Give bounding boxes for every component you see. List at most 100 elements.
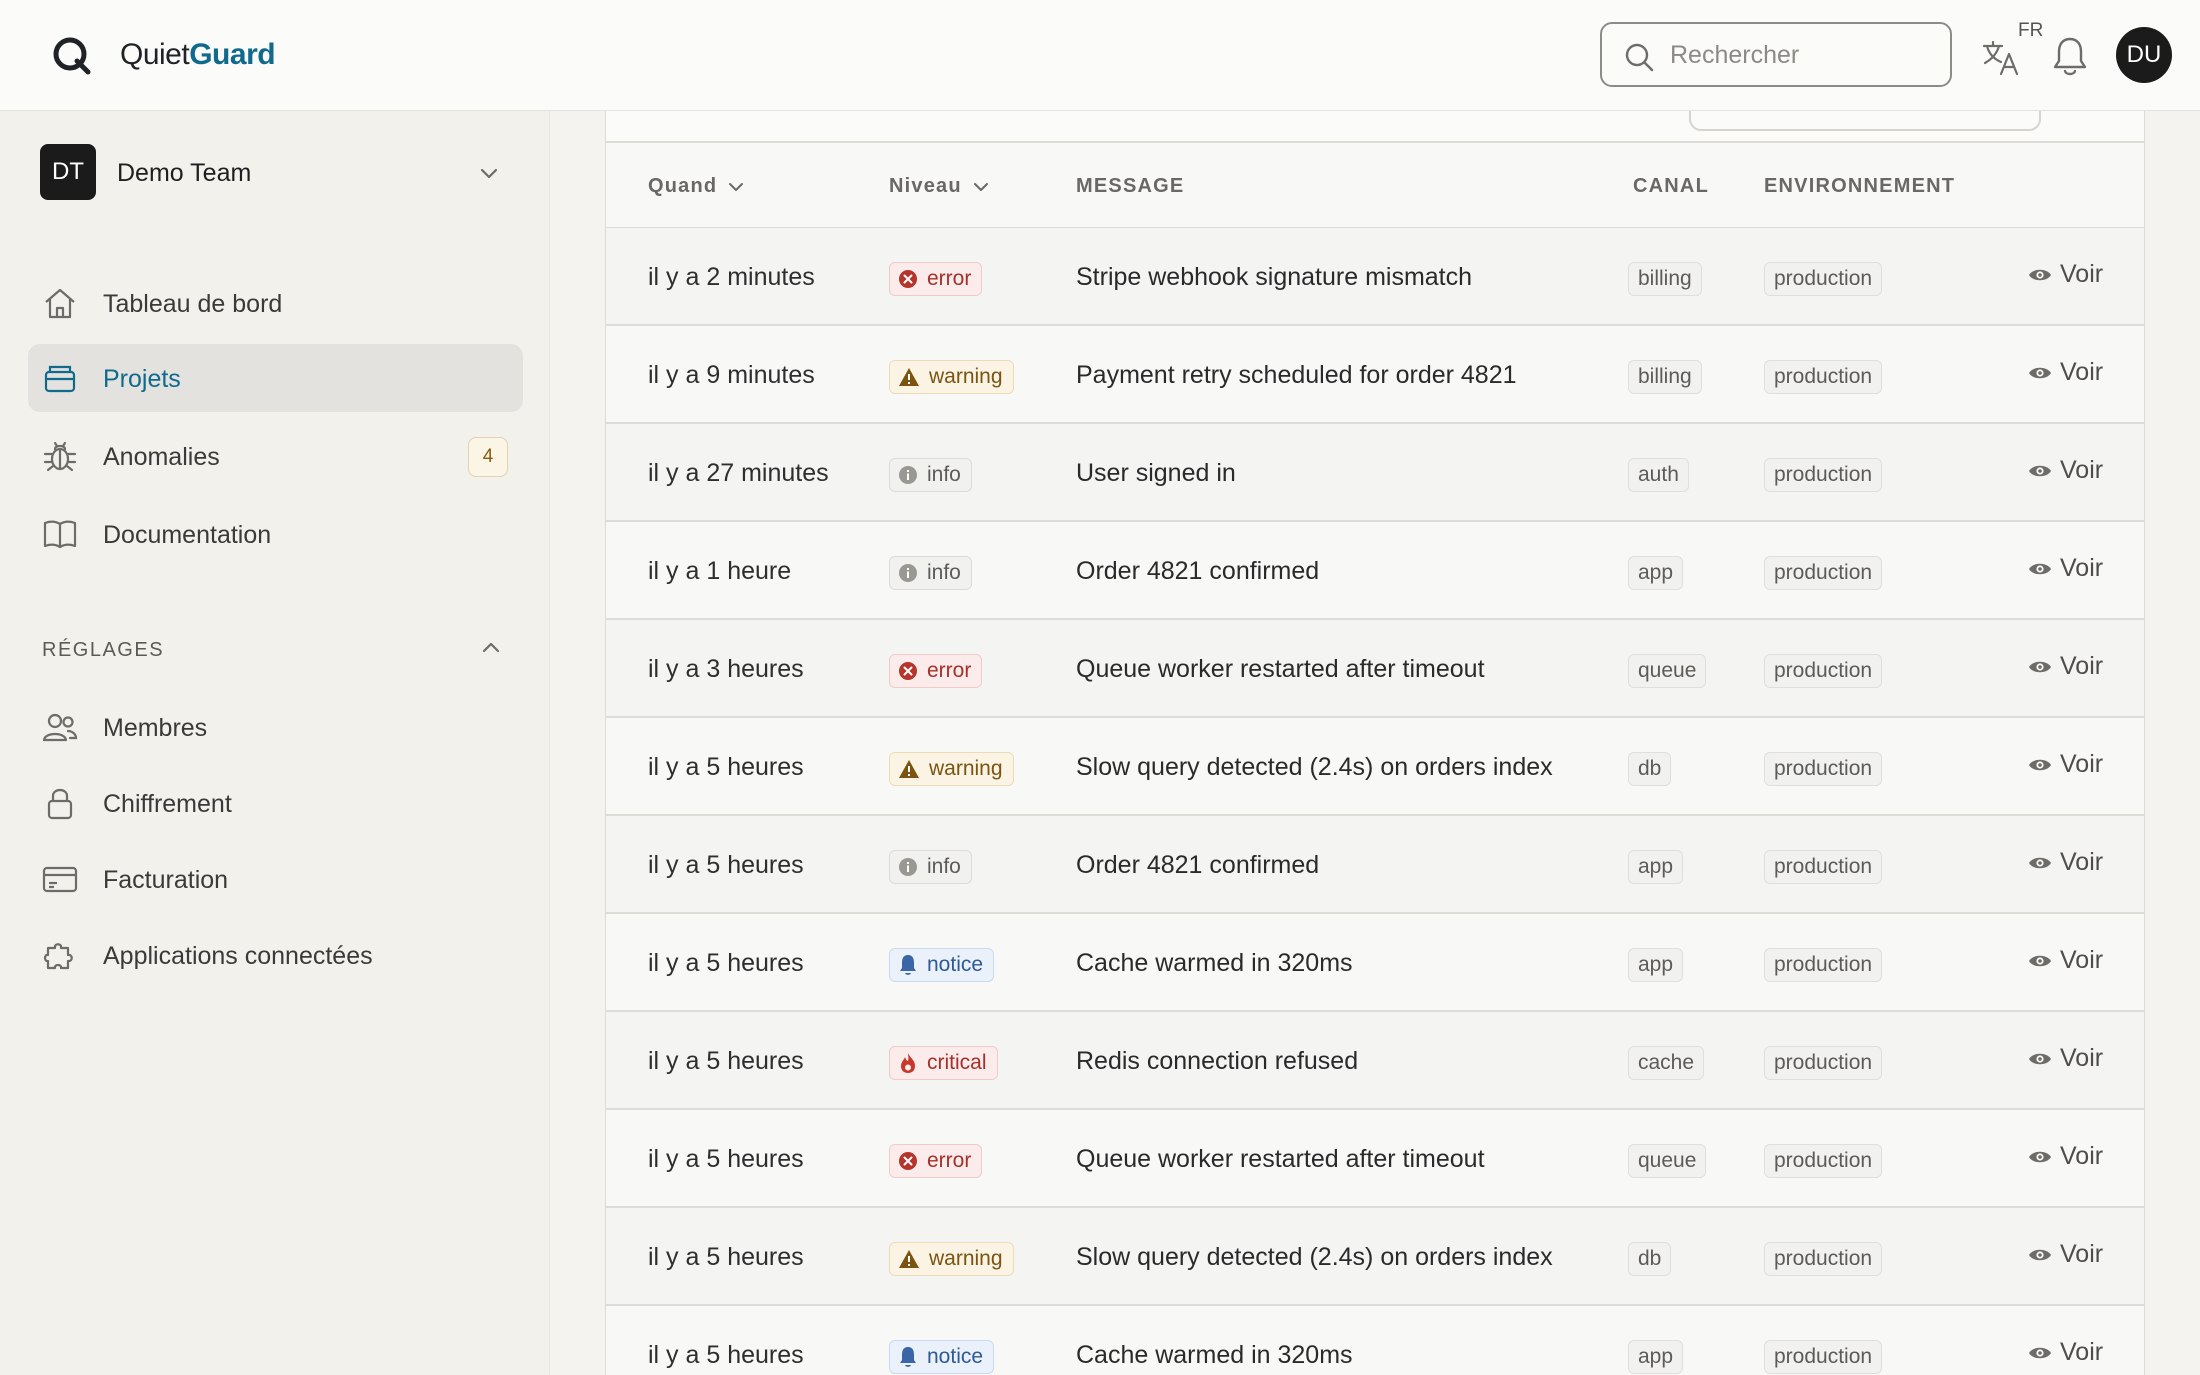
sidebar-item-members[interactable]: Membres — [28, 693, 523, 761]
anomalies-count-badge: 4 — [468, 437, 508, 477]
book-icon — [43, 520, 77, 549]
sidebar-item-label: Membres — [103, 714, 208, 742]
level-badge: error — [889, 1144, 983, 1178]
table-row[interactable]: il y a 1 heure info Order 4821 confirmed ap… — [606, 522, 2144, 620]
settings-section-title: RÉGLAGES — [42, 639, 165, 661]
view-label: Voir — [2060, 456, 2104, 484]
sidebar-item-anomalies[interactable]: Anomalies 4 — [28, 422, 523, 490]
view-button[interactable]: Voir — [2028, 358, 2103, 387]
view-button[interactable]: Voir — [2028, 260, 2103, 289]
level-badge: warning — [889, 1242, 1014, 1276]
table-row[interactable]: il y a 27 minutes info User signed in auth p… — [606, 424, 2144, 522]
table-row[interactable]: il y a 5 heures warning Slow query detecte… — [606, 718, 2144, 816]
row-message: User signed in — [1076, 459, 1236, 487]
view-label: Voir — [2060, 946, 2104, 974]
table-row[interactable]: il y a 5 heures error Queue worker restart… — [606, 1110, 2144, 1208]
chevron-up-icon[interactable] — [478, 635, 504, 661]
level-label: info — [927, 463, 961, 486]
language-button[interactable]: FR — [1978, 20, 2043, 82]
channel-chip: queue — [1628, 654, 1707, 688]
eye-icon — [2029, 1347, 2051, 1358]
user-avatar[interactable]: DU — [2116, 27, 2172, 83]
view-label: Voir — [2060, 848, 2104, 876]
environment-chip: production — [1764, 1046, 1883, 1080]
level-badge: error — [889, 262, 983, 296]
column-header-when[interactable]: Quand — [648, 175, 745, 198]
channel-chip: db — [1628, 1242, 1672, 1276]
view-button[interactable]: Voir — [2028, 1240, 2103, 1269]
view-button[interactable]: Voir — [2028, 652, 2103, 681]
sidebar-item-documentation[interactable]: Documentation — [28, 500, 523, 568]
sidebar-item-dashboard[interactable]: Tableau de bord — [28, 269, 523, 337]
eye-icon — [2029, 1151, 2051, 1162]
environment-chip: production — [1764, 654, 1883, 688]
sidebar-item-projects[interactable]: Projets — [28, 344, 523, 412]
view-label: Voir — [2060, 554, 2104, 582]
level-label: info — [927, 855, 961, 878]
view-button[interactable]: Voir — [2028, 848, 2103, 877]
table-header: Quand Niveau MESSAGE CANAL ENVIRONNEMENT — [606, 143, 2144, 228]
table-row[interactable]: il y a 5 heures warning Slow query detecte… — [606, 1208, 2144, 1306]
view-button[interactable]: Voir — [2028, 456, 2103, 485]
top-bar: QuietGuard FR DU — [0, 0, 2200, 111]
table-row[interactable]: il y a 5 heures critical Redis connection … — [606, 1012, 2144, 1110]
level-badge: notice — [889, 948, 995, 982]
team-avatar: DT — [40, 144, 96, 200]
team-switcher[interactable]: DT Demo Team — [40, 144, 515, 202]
table-row[interactable]: il y a 9 minutes warning Payment retry sch… — [606, 326, 2144, 424]
environment-chip: production — [1764, 458, 1883, 492]
chevron-down-icon — [973, 182, 988, 191]
view-button[interactable]: Voir — [2028, 554, 2103, 583]
level-badge: info — [889, 556, 972, 590]
channel-chip: billing — [1628, 262, 1702, 296]
level-label: error — [927, 267, 972, 290]
table-row[interactable]: il y a 3 heures error Queue worker restart… — [606, 620, 2144, 718]
bell-icon[interactable] — [2050, 34, 2090, 78]
language-badge: FR — [2018, 20, 2044, 41]
table-row[interactable]: il y a 5 heures info Order 4821 confirmed a… — [606, 816, 2144, 914]
view-button[interactable]: Voir — [2028, 946, 2103, 975]
row-message: Redis connection refused — [1076, 1047, 1359, 1075]
sidebar-item-connected-apps[interactable]: Applications connectées — [28, 921, 523, 989]
sidebar-item-encryption[interactable]: Chiffrement — [28, 769, 523, 837]
eye-icon — [2029, 1053, 2051, 1064]
environment-chip: production — [1764, 948, 1883, 982]
column-header-environment: ENVIRONNEMENT — [1764, 175, 1956, 197]
channel-chip: auth — [1628, 458, 1689, 492]
team-name: Demo Team — [117, 159, 252, 187]
table-row[interactable]: il y a 2 minutes error Stripe webhook sign… — [606, 228, 2144, 326]
row-time: il y a 27 minutes — [648, 459, 829, 487]
level-label: warning — [929, 1247, 1003, 1270]
column-header-level[interactable]: Niveau — [889, 175, 990, 198]
level-label: critical — [927, 1051, 987, 1074]
search-box[interactable] — [1600, 22, 1952, 87]
view-button[interactable]: Voir — [2028, 1338, 2103, 1367]
view-button[interactable]: Voir — [2028, 1142, 2103, 1171]
channel-chip: app — [1628, 1340, 1684, 1374]
table-row[interactable]: il y a 5 heures notice Cache warmed in 320… — [606, 914, 2144, 1012]
environment-chip: production — [1764, 752, 1883, 786]
sidebar-item-label: Anomalies — [103, 443, 220, 471]
row-time: il y a 2 minutes — [648, 263, 815, 291]
view-button[interactable]: Voir — [2028, 750, 2103, 779]
row-message: Slow query detected (2.4s) on orders ind… — [1076, 753, 1553, 781]
channel-chip: db — [1628, 752, 1672, 786]
channel-chip: app — [1628, 850, 1684, 884]
table-row[interactable]: il y a 5 heures notice Cache warmed in 320… — [606, 1306, 2144, 1375]
level-label: error — [927, 1149, 972, 1172]
row-message: Payment retry scheduled for order 4821 — [1076, 361, 1517, 389]
column-header-label: Niveau — [889, 175, 962, 197]
toolbar-filter-field[interactable] — [1689, 111, 2041, 131]
level-label: warning — [929, 757, 1003, 780]
row-time: il y a 5 heures — [648, 1341, 804, 1369]
view-button[interactable]: Voir — [2028, 1044, 2103, 1073]
search-input[interactable] — [1670, 36, 1930, 74]
row-message: Order 4821 confirmed — [1076, 851, 1320, 879]
lock-icon — [47, 788, 73, 820]
level-badge: critical — [889, 1046, 998, 1080]
puzzle-icon — [43, 943, 73, 970]
column-header-channel: CANAL — [1633, 175, 1709, 197]
sidebar-item-billing[interactable]: Facturation — [28, 845, 523, 913]
app-logo-text[interactable]: QuietGuard — [120, 38, 276, 72]
translate-icon — [1982, 40, 2019, 76]
